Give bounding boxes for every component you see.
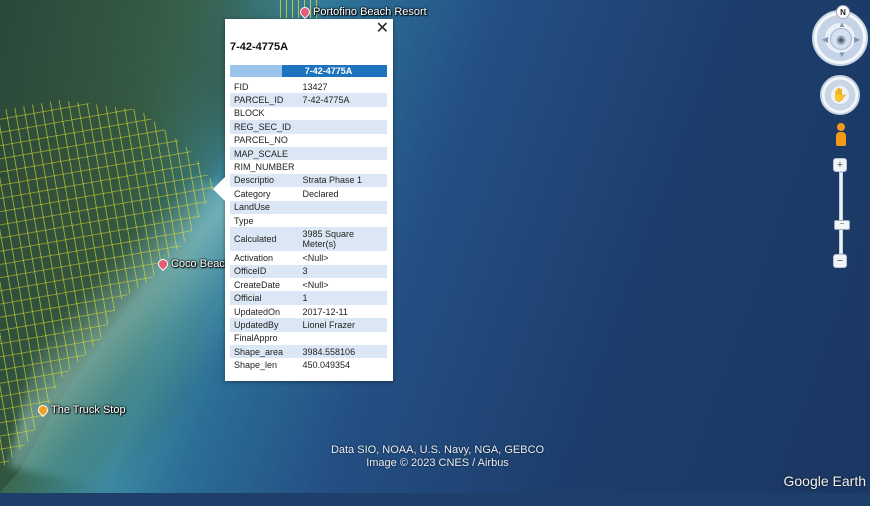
attribute-value	[299, 214, 387, 227]
poi-label: The Truck Stop	[51, 404, 126, 416]
zoom-slider[interactable]: + − −	[833, 158, 850, 268]
attribute-value: 2017-12-11	[302, 306, 348, 317]
attribute-value: 3	[298, 264, 387, 279]
attribute-value: 1	[298, 291, 387, 305]
attribute-row: UpdatedBy Lionel Frazer	[230, 318, 387, 332]
attribute-row: BLOCK	[230, 107, 387, 120]
attribute-row: OfficeID 3	[230, 264, 387, 279]
map-attribution: Data SIO, NOAA, U.S. Navy, NGA, GEBCO Im…	[320, 444, 555, 470]
poi-label: Coco Beach	[171, 258, 231, 270]
attribute-row: RIM_NUMBER	[230, 160, 387, 173]
feature-info-popup: ✕ 7-42-4775A 7-42-4775A FID 13427 PARCEL_I…	[213, 19, 393, 381]
popup-header-text: 7-42-4775A	[304, 66, 353, 76]
attribute-value: <Null>	[302, 279, 329, 290]
attribute-key: Official	[230, 291, 299, 305]
attribute-key: UpdatedOn	[234, 306, 281, 317]
attribute-row: Descriptio Strata Phase 1	[230, 173, 387, 188]
attribute-row: PARCEL_ID 7-42-4775A	[230, 93, 387, 107]
attribute-value	[298, 200, 387, 214]
orange-pin-icon	[35, 402, 51, 418]
attribute-table: FID 13427 PARCEL_ID 7-42-4775A BLOCK REG_SEC_…	[230, 80, 387, 372]
look-joystick-icon[interactable]: ◉	[830, 28, 852, 50]
zoom-track[interactable]: −	[834, 172, 850, 254]
popup-table-header: 7-42-4775A	[230, 65, 387, 77]
attribute-row: FinalAppro	[230, 332, 387, 345]
attribute-row: CreateDate <Null>	[230, 278, 387, 291]
pink-pin-icon	[297, 4, 313, 20]
attribute-row: MAP_SCALE	[230, 146, 387, 161]
north-indicator[interactable]: N	[836, 5, 850, 19]
attribute-row: Calculated 3985 Square Meter(s)	[230, 227, 387, 252]
google-earth-logo: Google Earth	[783, 473, 867, 489]
attribute-value: Strata Phase 1	[298, 173, 387, 188]
attribute-key: FinalAppro	[234, 333, 278, 344]
attribute-value	[298, 120, 387, 134]
pink-pin-icon	[155, 256, 171, 272]
attribute-key: Shape_area	[230, 345, 299, 359]
attribute-key: FID	[234, 81, 249, 92]
compass-ring-icon[interactable]: N ▲ ▼ ◀ ▶ ◉	[812, 5, 868, 66]
attribute-value	[299, 107, 387, 120]
attribute-key: Category	[234, 188, 271, 199]
attribute-key: Calculated	[230, 227, 299, 252]
attribute-key: CreateDate	[234, 279, 281, 290]
attribute-row: Shape_area 3984.558106	[230, 345, 387, 359]
attribute-key: REG_SEC_ID	[230, 120, 299, 134]
attribution-data: Data SIO, NOAA, U.S. Navy, NGA, GEBCO	[330, 444, 545, 456]
move-control[interactable]: ✋	[820, 75, 860, 115]
attribute-value: 450.049354	[302, 360, 351, 371]
attribute-value: 3984.558106	[298, 345, 387, 359]
attribute-value: 7-42-4775A	[298, 93, 387, 107]
attribute-key: Shape_len	[234, 360, 278, 371]
attribute-row: Official 1	[230, 291, 387, 305]
attribute-row: LandUse	[230, 200, 387, 214]
poi-coco-beach[interactable]: Coco Beach	[155, 256, 231, 272]
poi-portofino[interactable]: Portofino Beach Resort	[297, 4, 427, 20]
attribute-key: Type	[234, 215, 254, 226]
attribute-key: RIM_NUMBER	[234, 162, 295, 173]
attribute-value: 3985 Square Meter(s)	[298, 227, 387, 252]
attribute-value: <Null>	[302, 252, 329, 263]
attribution-imagery: Image © 2023 CNES / Airbus	[366, 457, 509, 469]
poi-truck-stop[interactable]: The Truck Stop	[35, 402, 126, 418]
attribute-row: Shape_len 450.049354	[230, 358, 387, 371]
attribute-row: Category Declared	[230, 187, 387, 200]
attribute-row: PARCEL_NO	[230, 134, 387, 147]
attribute-value	[299, 332, 387, 345]
attribute-key: PARCEL_ID	[230, 93, 299, 107]
close-icon[interactable]: ✕	[376, 20, 389, 38]
popup-title: 7-42-4775A	[230, 41, 289, 53]
poi-label: Portofino Beach Resort	[313, 6, 427, 18]
attribute-value	[299, 134, 387, 147]
attribute-value: 13427	[302, 81, 328, 92]
attribute-value	[299, 160, 387, 173]
attribute-key: OfficeID	[230, 264, 299, 279]
attribute-key: UpdatedBy	[230, 318, 299, 332]
attribute-value: Lionel Frazer	[298, 318, 387, 332]
move-ring[interactable]: ✋	[820, 75, 860, 115]
attribute-row: Activation <Null>	[230, 251, 387, 264]
attribute-key: LandUse	[230, 200, 299, 214]
attribute-value: Declared	[302, 188, 339, 199]
attribute-key: MAP_SCALE	[230, 146, 299, 161]
move-hand-icon: ✋	[831, 87, 849, 102]
attribute-key: Descriptio	[230, 173, 299, 188]
attribute-row: REG_SEC_ID	[230, 120, 387, 134]
attribute-row: FID 13427	[230, 80, 387, 93]
pegman-icon[interactable]	[836, 123, 846, 146]
attribute-key: Activation	[234, 252, 274, 263]
attribute-row: UpdatedOn 2017-12-11	[230, 305, 387, 318]
attribute-value	[298, 146, 387, 161]
attribute-key: BLOCK	[234, 108, 265, 119]
zoom-out-button[interactable]: −	[833, 254, 847, 268]
look-control[interactable]: N ▲ ▼ ◀ ▶ ◉	[812, 5, 868, 66]
zoom-in-button[interactable]: +	[833, 158, 847, 172]
zoom-thumb[interactable]: −	[834, 220, 850, 230]
attribute-key: PARCEL_NO	[234, 135, 288, 146]
attribute-row: Type	[230, 214, 387, 227]
